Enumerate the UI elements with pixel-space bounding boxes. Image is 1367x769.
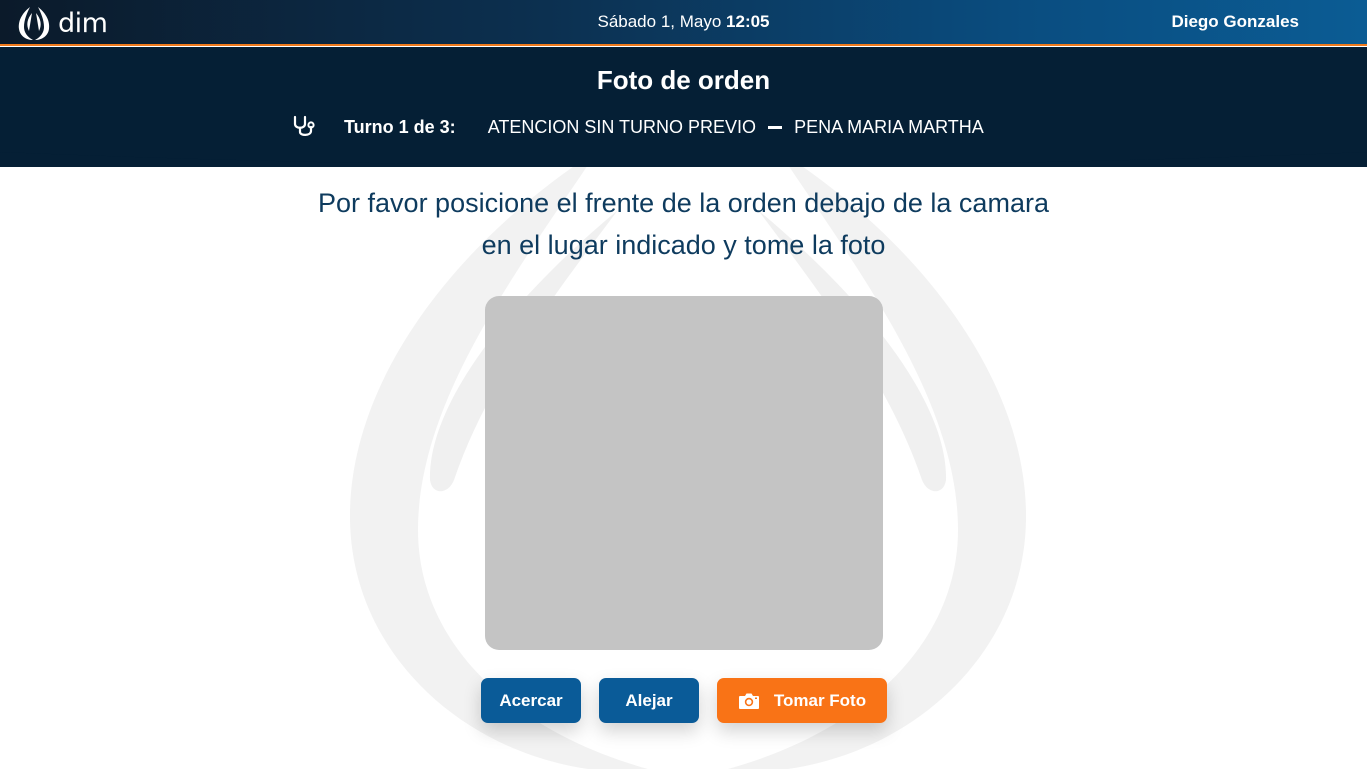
user-name[interactable]: Diego Gonzales [1171, 12, 1299, 32]
turn-label: Turno 1 de 3: [344, 116, 456, 137]
patient-name: PENA MARIA MARTHA [794, 116, 984, 137]
date-time: Sábado 1, Mayo 12:05 [0, 12, 1367, 32]
camera-preview [485, 296, 883, 650]
instruction-line-1: Por favor posicione el frente de la orde… [318, 188, 1049, 218]
zoom-out-button[interactable]: Alejar [599, 678, 699, 723]
turn-type: ATENCION SIN TURNO PREVIO [487, 116, 757, 137]
separator-dash [768, 125, 783, 129]
zoom-in-button[interactable]: Acercar [481, 678, 581, 723]
date-label: Sábado 1, Mayo [597, 12, 722, 31]
instruction-line-2: en el lugar indicado y tome la foto [481, 230, 886, 260]
page-title: Foto de orden [596, 65, 771, 95]
stethoscope-icon [293, 115, 315, 136]
screen: dim Sábado 1, Mayo 12:05 Diego Gonzales … [0, 0, 1367, 769]
instructions: Por favor posicione el frente de la orde… [0, 182, 1367, 266]
take-photo-label: Tomar Foto [773, 690, 867, 710]
top-bar: dim Sábado 1, Mayo 12:05 Diego Gonzales [0, 0, 1367, 46]
header-curve [0, 140, 1367, 166]
time-label: 12:05 [726, 12, 770, 31]
take-photo-button[interactable]: Tomar Foto [717, 678, 887, 723]
turn-info: Turno 1 de 3: ATENCION SIN TURNO PREVIO … [291, 115, 984, 139]
camera-icon [738, 693, 759, 709]
